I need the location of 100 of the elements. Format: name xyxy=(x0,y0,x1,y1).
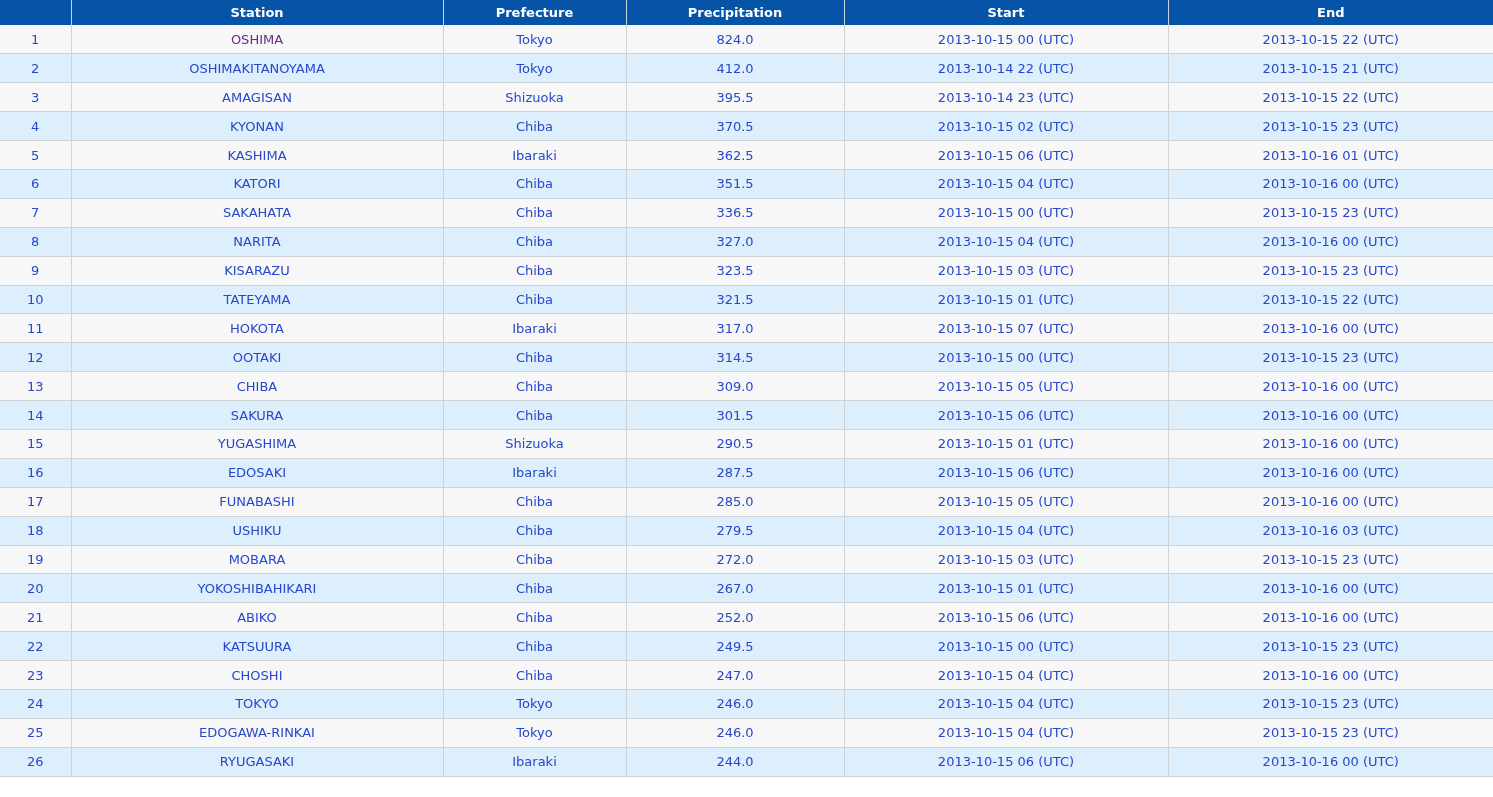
prefecture-link[interactable]: Shizuoka xyxy=(505,89,564,105)
station-link[interactable]: EDOSAKI xyxy=(227,465,287,481)
station-link[interactable]: KATSUURA xyxy=(222,638,292,654)
station-link[interactable]: OSHIMAKITANOYAMA xyxy=(189,60,325,76)
precipitation-cell: 395.5 xyxy=(626,82,844,112)
prefecture-link[interactable]: Chiba xyxy=(515,638,554,654)
rank-cell: 11 xyxy=(0,313,71,343)
rank-cell: 12 xyxy=(0,342,71,372)
start-time-cell: 2013-10-15 06 (UTC) xyxy=(844,400,1168,430)
rank-cell: 24 xyxy=(0,689,71,719)
rank-cell: 1 xyxy=(0,25,71,54)
column-header[interactable]: Start xyxy=(844,0,1168,25)
end-time-cell: 2013-10-15 23 (UTC) xyxy=(1168,198,1493,228)
precipitation-cell: 267.0 xyxy=(626,573,844,603)
precipitation-cell: 285.0 xyxy=(626,487,844,517)
prefecture-link[interactable]: Chiba xyxy=(515,349,554,365)
precipitation-cell: 309.0 xyxy=(626,371,844,401)
station-link[interactable]: FUNABASHI xyxy=(219,494,295,510)
end-time-cell: 2013-10-15 22 (UTC) xyxy=(1168,82,1493,112)
prefecture-link[interactable]: Chiba xyxy=(515,551,554,567)
station-link[interactable]: OOTAKI xyxy=(232,349,282,365)
end-time-cell: 2013-10-15 23 (UTC) xyxy=(1168,689,1493,719)
station-link[interactable]: SAKURA xyxy=(230,407,284,423)
start-time-cell: 2013-10-15 03 (UTC) xyxy=(844,256,1168,285)
rank-cell: 2 xyxy=(0,53,71,83)
prefecture-link[interactable]: Ibaraki xyxy=(512,320,557,336)
start-time-cell: 2013-10-15 01 (UTC) xyxy=(844,429,1168,459)
prefecture-link[interactable]: Shizuoka xyxy=(505,436,564,452)
prefecture-link[interactable]: Tokyo xyxy=(516,696,553,712)
station-link[interactable]: USHIKU xyxy=(232,523,282,539)
end-time-cell: 2013-10-15 23 (UTC) xyxy=(1168,545,1493,574)
prefecture-link[interactable]: Chiba xyxy=(515,205,554,221)
prefecture-link[interactable]: Chiba xyxy=(515,176,554,192)
precipitation-cell: 246.0 xyxy=(626,718,844,748)
column-header[interactable]: Prefecture xyxy=(443,0,626,25)
station-link[interactable]: TOKYO xyxy=(235,696,279,712)
station-link[interactable]: TATEYAMA xyxy=(223,291,291,307)
prefecture-link[interactable]: Chiba xyxy=(515,407,554,423)
prefecture-link[interactable]: Chiba xyxy=(515,580,554,596)
rank-cell: 6 xyxy=(0,169,71,199)
precipitation-cell: 272.0 xyxy=(626,545,844,574)
start-time-cell: 2013-10-15 03 (UTC) xyxy=(844,545,1168,574)
column-header[interactable]: Station xyxy=(71,0,443,25)
prefecture-link[interactable]: Chiba xyxy=(515,291,554,307)
rank-cell: 16 xyxy=(0,458,71,488)
end-time-cell: 2013-10-15 23 (UTC) xyxy=(1168,256,1493,285)
prefecture-link[interactable]: Tokyo xyxy=(516,60,553,76)
prefecture-link[interactable]: Ibaraki xyxy=(512,465,557,481)
prefecture-link[interactable]: Ibaraki xyxy=(512,754,557,770)
station-link[interactable]: KISARAZU xyxy=(224,263,290,279)
start-time-cell: 2013-10-15 04 (UTC) xyxy=(844,516,1168,546)
station-link[interactable]: KYONAN xyxy=(230,118,284,134)
station-link[interactable]: EDOGAWA-RINKAI xyxy=(199,725,315,741)
station-link[interactable]: KATORI xyxy=(233,176,281,192)
station-link[interactable]: CHOSHI xyxy=(231,667,283,683)
rank-cell: 4 xyxy=(0,111,71,141)
prefecture-link[interactable]: Chiba xyxy=(515,378,554,394)
prefecture-link[interactable]: Chiba xyxy=(515,523,554,539)
start-time-cell: 2013-10-15 07 (UTC) xyxy=(844,313,1168,343)
end-time-cell: 2013-10-16 00 (UTC) xyxy=(1168,169,1493,199)
station-link[interactable]: YOKOSHIBAHIKARI xyxy=(197,580,317,596)
end-time-cell: 2013-10-16 00 (UTC) xyxy=(1168,487,1493,517)
end-time-cell: 2013-10-16 00 (UTC) xyxy=(1168,313,1493,343)
prefecture-link[interactable]: Chiba xyxy=(515,494,554,510)
station-link[interactable]: OSHIMA xyxy=(230,31,284,47)
start-time-cell: 2013-10-15 04 (UTC) xyxy=(844,689,1168,719)
rank-cell: 3 xyxy=(0,82,71,112)
column-header[interactable]: End xyxy=(1168,0,1493,25)
start-time-cell: 2013-10-15 00 (UTC) xyxy=(844,342,1168,372)
precipitation-cell: 317.0 xyxy=(626,313,844,343)
prefecture-link[interactable]: Chiba xyxy=(515,234,554,250)
start-time-cell: 2013-10-15 05 (UTC) xyxy=(844,487,1168,517)
column-header[interactable]: Precipitation xyxy=(626,0,844,25)
station-link[interactable]: ABIKO xyxy=(237,609,277,625)
station-link[interactable]: SAKAHATA xyxy=(222,205,292,221)
station-link[interactable]: MOBARA xyxy=(228,551,286,567)
prefecture-link[interactable]: Ibaraki xyxy=(512,147,557,163)
precipitation-cell: 249.5 xyxy=(626,631,844,661)
station-link[interactable]: YUGASHIMA xyxy=(217,436,297,452)
station-link[interactable]: RYUGASAKI xyxy=(219,754,295,770)
prefecture-link[interactable]: Tokyo xyxy=(516,725,553,741)
precipitation-cell: 252.0 xyxy=(626,602,844,632)
rank-cell: 18 xyxy=(0,516,71,546)
prefecture-link[interactable]: Chiba xyxy=(515,263,554,279)
rank-cell: 21 xyxy=(0,602,71,632)
prefecture-link[interactable]: Chiba xyxy=(515,118,554,134)
prefecture-link[interactable]: Tokyo xyxy=(516,31,553,47)
station-link[interactable]: KASHIMA xyxy=(227,147,287,163)
start-time-cell: 2013-10-15 02 (UTC) xyxy=(844,111,1168,141)
precipitation-cell: 370.5 xyxy=(626,111,844,141)
station-link[interactable]: CHIBA xyxy=(236,378,278,394)
end-time-cell: 2013-10-15 23 (UTC) xyxy=(1168,718,1493,748)
prefecture-link[interactable]: Chiba xyxy=(515,667,554,683)
station-link[interactable]: HOKOTA xyxy=(230,320,284,336)
station-link[interactable]: AMAGISAN xyxy=(222,89,292,105)
start-time-cell: 2013-10-14 22 (UTC) xyxy=(844,53,1168,83)
rank-cell: 17 xyxy=(0,487,71,517)
station-link[interactable]: NARITA xyxy=(233,234,281,250)
end-time-cell: 2013-10-15 23 (UTC) xyxy=(1168,111,1493,141)
prefecture-link[interactable]: Chiba xyxy=(515,609,554,625)
